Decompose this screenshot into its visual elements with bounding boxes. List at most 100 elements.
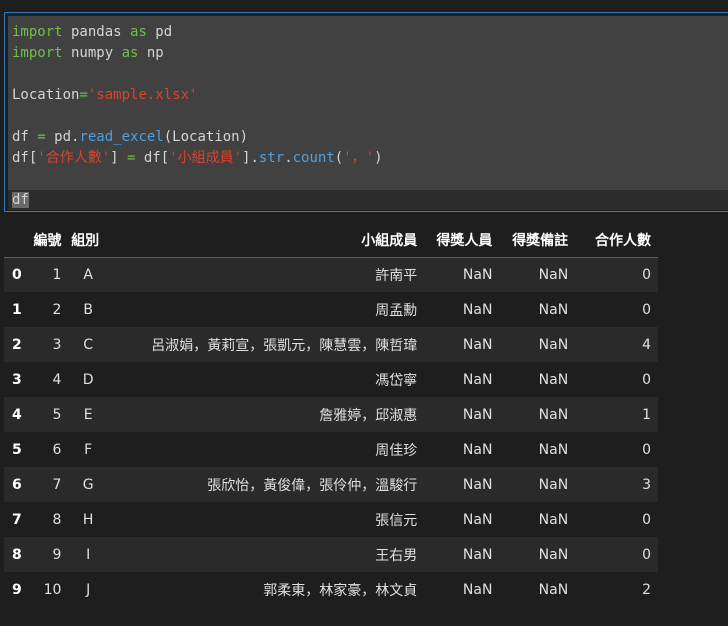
cell-award-note: NaN	[538, 511, 569, 528]
cell-award-note: NaN	[538, 476, 569, 493]
code-token: '小組成員'	[169, 150, 243, 166]
code-token: read_excel	[79, 129, 164, 145]
code-token: '，'	[343, 150, 375, 166]
cell-group: I	[86, 546, 91, 563]
cell-collab-count: 4	[642, 336, 651, 353]
cell-award-person: NaN	[462, 441, 493, 458]
code-line[interactable]: import pandas as pd	[12, 22, 383, 43]
cell-id: 5	[52, 406, 62, 423]
cell-members: 張信元	[375, 512, 418, 529]
column-header-id: 編號	[30, 224, 66, 258]
cell-id: 2	[52, 301, 62, 318]
row-index: 5	[12, 441, 22, 458]
code-token: pd	[146, 24, 173, 40]
code-line[interactable]	[12, 169, 383, 190]
code-cell[interactable]: import pandas as pd import numpy as np Lo…	[4, 12, 728, 212]
cell-award-person: NaN	[462, 546, 493, 563]
table-row: 7 8 H 張信元 NaN NaN 0	[4, 502, 658, 537]
cell-group: G	[82, 476, 94, 493]
code-token: (Location)	[163, 129, 249, 145]
code-line[interactable]: df = pd.read_excel(Location)	[12, 127, 383, 148]
cell-award-note: NaN	[538, 371, 569, 388]
cell-group: F	[84, 441, 93, 458]
cell-group: E	[83, 406, 93, 423]
cell-members: 詹雅婷，邱淑惠	[319, 407, 418, 424]
cell-collab-count: 2	[642, 581, 651, 598]
cell-collab-count: 0	[642, 511, 651, 528]
cell-members: 周佳珍	[375, 442, 418, 459]
code-token: =	[79, 87, 88, 103]
cell-award-person: NaN	[462, 301, 493, 318]
cell-award-person: NaN	[462, 406, 493, 423]
cell-id: 9	[52, 546, 62, 563]
code-line[interactable]	[12, 106, 383, 127]
cell-group: B	[83, 301, 93, 318]
code-token: str	[258, 150, 285, 166]
table-row: 0 1 A 許南平 NaN NaN 0	[4, 257, 658, 292]
cell-award-person: NaN	[462, 266, 493, 283]
code-token: df	[12, 192, 29, 208]
cell-award-note: NaN	[538, 266, 569, 283]
table-row: 9 10 J 郭柔東，林家豪，林文貞 NaN NaN 2	[4, 572, 658, 607]
code-token: (	[334, 150, 344, 166]
cell-members: 馮岱寧	[375, 372, 418, 389]
cell-award-note: NaN	[538, 301, 569, 318]
cell-id: 1	[52, 266, 62, 283]
code-text[interactable]: import pandas as pd import numpy as np Lo…	[12, 22, 383, 211]
cell-id: 8	[52, 511, 62, 528]
cell-award-note: NaN	[538, 441, 569, 458]
row-index: 1	[12, 301, 22, 318]
cell-members: 張欣怡，黃俊偉，張伶仲，溫駿行	[207, 477, 418, 494]
column-header-collab-count: 合作人數	[584, 224, 658, 258]
cell-group: H	[82, 511, 94, 528]
code-editor[interactable]: import pandas as pd import numpy as np Lo…	[8, 16, 728, 210]
table-row: 2 3 C 呂淑娟，黃莉宣，張凱元，陳慧雲，陳哲瑋 NaN NaN 4	[4, 327, 658, 362]
code-token: np	[138, 45, 164, 61]
cell-award-person: NaN	[462, 476, 493, 493]
code-token: 'sample.xlsx'	[87, 87, 198, 103]
code-line[interactable]	[12, 64, 383, 85]
cell-members: 周孟勳	[375, 302, 418, 319]
cell-award-note: NaN	[538, 336, 569, 353]
table-header-row: 編號 組別 小組成員 得獎人員 得獎備註 合作人數	[4, 224, 658, 258]
cell-award-note: NaN	[538, 546, 569, 563]
cell-group: C	[83, 336, 94, 353]
code-token: .	[284, 150, 293, 166]
code-line[interactable]: Location='sample.xlsx'	[12, 85, 383, 106]
code-line[interactable]: df['合作人數'] = df['小組成員'].str.count('，')	[12, 148, 383, 169]
cell-id: 10	[43, 581, 62, 598]
code-token: pd.	[45, 129, 80, 145]
code-token: pandas	[62, 24, 131, 40]
cell-collab-count: 0	[642, 266, 651, 283]
cell-members: 呂淑娟，黃莉宣，張凱元，陳慧雲，陳哲瑋	[151, 337, 418, 354]
code-token: =	[37, 129, 46, 145]
row-index: 0	[12, 266, 22, 283]
code-token: as	[130, 24, 147, 40]
cell-award-note: NaN	[538, 406, 569, 423]
code-token: numpy	[62, 45, 122, 61]
row-index: 3	[12, 371, 22, 388]
code-line[interactable]: df	[12, 190, 383, 211]
column-header-group: 組別	[65, 224, 111, 258]
cell-award-person: NaN	[462, 336, 493, 353]
cell-members: 郭柔東，林家豪，林文貞	[263, 582, 418, 599]
cell-award-person: NaN	[462, 511, 493, 528]
code-token: import	[12, 24, 63, 40]
cell-collab-count: 3	[642, 476, 651, 493]
column-header-award-note: 得獎備註	[506, 224, 585, 258]
code-token: ]	[110, 150, 128, 166]
cell-award-person: NaN	[462, 371, 493, 388]
cell-collab-count: 0	[642, 301, 651, 318]
code-token: )	[374, 150, 383, 166]
index-header	[4, 224, 31, 258]
cell-collab-count: 1	[642, 406, 651, 423]
code-token: df[	[12, 150, 38, 166]
cell-group: D	[82, 371, 94, 388]
cell-id: 7	[52, 476, 62, 493]
row-index: 2	[12, 336, 22, 353]
cell-collab-count: 0	[642, 371, 651, 388]
code-token: count	[292, 150, 335, 166]
code-line[interactable]: import numpy as np	[12, 43, 383, 64]
cell-award-person: NaN	[462, 581, 493, 598]
table-row: 1 2 B 周孟勳 NaN NaN 0	[4, 292, 658, 327]
